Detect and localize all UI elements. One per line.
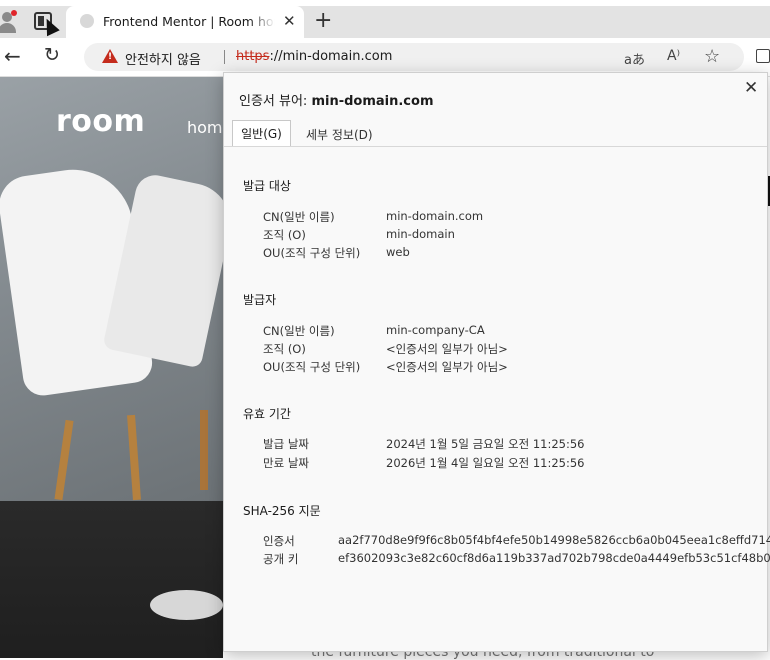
profile-icon[interactable] [0, 9, 20, 33]
chair-leg [200, 410, 208, 490]
field-label: 공개 키 [263, 552, 299, 566]
field-value: 2024년 1월 5일 금요일 오전 11:25:56 [386, 437, 585, 451]
url-text[interactable]: https://min-domain.com [236, 49, 392, 64]
table-shape [150, 590, 223, 620]
field-value: min-domain [386, 227, 455, 241]
split-screen-icon[interactable] [756, 49, 770, 63]
field-label: OU(조직 구성 단위) [263, 360, 361, 374]
field-value: 2026년 1월 4일 일요일 오전 11:25:56 [386, 456, 585, 470]
field-label: 발급 날짜 [263, 437, 309, 451]
dialog-title-prefix: 인증서 뷰어: [239, 94, 312, 109]
field-value: ef3602093c3e82c60cf8d6a119b337ad702b798c… [338, 551, 770, 565]
tab-details[interactable]: 세부 정보(D) [306, 126, 373, 143]
section-heading-issued-to: 발급 대상 [243, 179, 291, 193]
field-value: web [386, 245, 410, 259]
field-value: <인증서의 일부가 아님> [386, 360, 508, 374]
tab-general[interactable]: 일반(G) [232, 120, 291, 147]
field-value: <인증서의 일부가 아님> [386, 342, 508, 356]
favorite-star-icon[interactable]: ☆ [704, 46, 720, 67]
field-label: 만료 날짜 [263, 456, 309, 470]
field-value: aa2f770d8e9f9f6c8b05f4bf4efe50b14998e582… [338, 533, 770, 547]
url-scheme: https [236, 49, 270, 64]
warning-mark: ! [108, 52, 113, 62]
url-host: ://min-domain.com [269, 49, 393, 64]
security-status[interactable]: 안전하지 않음 [125, 49, 201, 68]
translate-icon[interactable]: aあ [624, 49, 645, 68]
field-value: min-company-CA [386, 323, 485, 337]
field-label: 인증서 [263, 534, 295, 548]
read-aloud-icon[interactable]: A⁾ [667, 48, 680, 64]
field-label: CN(일반 이름) [263, 324, 335, 338]
site-logo[interactable]: room [56, 104, 145, 139]
field-label: 조직 (O) [263, 228, 306, 242]
dialog-title: 인증서 뷰어: min-domain.com [239, 90, 434, 109]
new-tab-button[interactable]: + [314, 8, 332, 33]
address-separator [224, 50, 225, 64]
back-icon[interactable]: ← [4, 44, 21, 68]
section-heading-issued-by: 발급자 [243, 293, 277, 307]
field-label: CN(일반 이름) [263, 210, 335, 224]
tab-title[interactable]: Frontend Mentor | Room homepage [103, 14, 275, 29]
tab-divider [224, 146, 767, 147]
section-heading-fingerprints: SHA-256 지문 [243, 504, 321, 518]
close-icon[interactable]: ✕ [744, 78, 758, 98]
section-heading-validity: 유효 기간 [243, 407, 291, 421]
tab-close-icon[interactable]: ✕ [283, 12, 296, 30]
reload-icon[interactable]: ↻ [44, 44, 60, 66]
field-value: min-domain.com [386, 209, 484, 223]
field-label: 조직 (O) [263, 342, 306, 356]
tab-favicon-icon [80, 14, 94, 28]
field-label: OU(조직 구성 단위) [263, 246, 361, 260]
dialog-title-domain: min-domain.com [311, 94, 434, 109]
secondary-image [0, 501, 223, 658]
